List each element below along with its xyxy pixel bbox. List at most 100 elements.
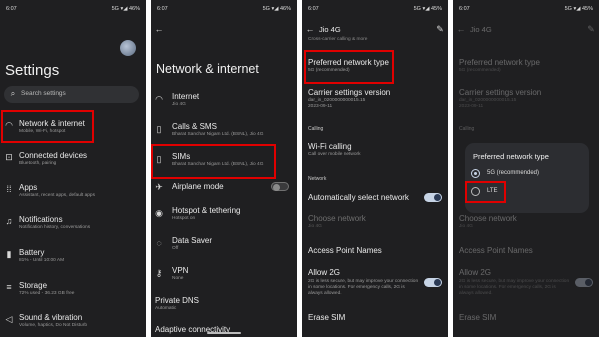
network-item-data-saver[interactable]: ◌ Data Saver Off [151, 234, 297, 258]
item-sub: None [172, 276, 184, 281]
item-label: Hotspot & tethering [172, 206, 241, 215]
network-internet-screen: 6:07 5G ▾◢ 46% ← Network & internet ◠ In… [151, 0, 297, 337]
avatar[interactable] [120, 40, 136, 56]
wifi-icon: ◠ [155, 94, 163, 104]
item-label: Choose network [308, 214, 366, 223]
status-time: 6:07 [308, 6, 319, 12]
item-sub: 5G (recommended) [459, 68, 501, 73]
settings-item-apps[interactable]: ⁞⁞ Apps Assistant, recent apps, default … [0, 180, 146, 206]
search-bar[interactable]: ⌕ Search settings [4, 86, 139, 103]
item-sub: Call over mobile network [308, 152, 361, 157]
item-sub: dar_in_0200000000015.15 2023-09-11 [308, 98, 366, 109]
vpn-icon: ⚷ [155, 268, 163, 278]
item-label: Apps [19, 183, 38, 192]
apps-icon: ⁞⁞ [6, 184, 12, 194]
item-label: Private DNS [155, 296, 200, 305]
highlight-network [1, 110, 94, 143]
item-sub: 81% - Until 10:00 AM [19, 258, 65, 263]
status-bar: 6:07 5G ▾◢ 45% [302, 6, 448, 16]
network-item-internet[interactable]: ◠ Internet Jio 4G [151, 90, 297, 114]
item-sub: Notification history, conversations [19, 225, 91, 230]
settings-item-notifications[interactable]: ♫ Notifications Notification history, co… [0, 212, 146, 238]
section-calling: Calling [308, 126, 324, 132]
item-label: Carrier settings version [308, 88, 391, 97]
battery-icon: ▮ [6, 249, 12, 259]
access-point-names[interactable]: Access Point Names [302, 244, 448, 258]
settings-item-sound[interactable]: ◁ Sound & vibration Volume, haptics, Do … [0, 310, 146, 336]
page-title: Jio 4G [470, 25, 492, 34]
choose-network[interactable]: Choose network Jio 4G [302, 212, 448, 234]
item-label: Internet [172, 92, 200, 101]
item-label: Erase SIM [459, 313, 497, 322]
item-label: VPN [172, 266, 189, 275]
item-label: Choose network [459, 214, 517, 223]
status-time: 6:07 [6, 6, 17, 12]
data-saver-icon: ◌ [156, 238, 162, 248]
airplane-toggle[interactable] [271, 182, 289, 191]
item-sub: Bluetooth, pairing [19, 161, 57, 166]
highlight-sims [151, 144, 276, 179]
option-5g[interactable]: 5G (recommended) [471, 167, 583, 181]
back-arrow-icon[interactable]: ← [154, 24, 164, 34]
cutoff-text: Cross-carrier calling & more [308, 37, 368, 42]
edit-icon[interactable]: ✎ [435, 24, 445, 34]
option-label: 5G (recommended) [487, 170, 540, 176]
back-arrow-icon: ← [456, 24, 466, 34]
section-network: Network [308, 176, 327, 182]
erase-sim[interactable]: Erase SIM [302, 310, 448, 324]
item-sub: Assistant, recent apps, default apps [19, 193, 95, 198]
status-indicators: 5G ▾◢ 46% [111, 6, 140, 12]
item-label: Sound & vibration [19, 313, 83, 322]
item-label: Storage [19, 281, 48, 290]
search-input[interactable]: Search settings [21, 90, 66, 97]
item-label: Wi-Fi calling [308, 142, 352, 151]
item-sub: 72% used - 36.23 GB free [19, 291, 75, 296]
bell-icon: ♫ [5, 216, 13, 226]
highlight-lte [465, 181, 506, 203]
item-label: Automatically select network [308, 193, 409, 202]
radio-selected-icon [471, 169, 480, 178]
settings-item-battery[interactable]: ▮ Battery 81% - Until 10:00 AM [0, 245, 146, 271]
settings-item-connected-devices[interactable]: ⊡ Connected devices Bluetooth, pairing [0, 148, 146, 174]
status-indicators: 5G ▾◢ 46% [262, 6, 291, 12]
item-label: Airplane mode [172, 182, 224, 191]
allow-2g-toggle [575, 278, 593, 287]
hotspot-icon: ◉ [155, 208, 163, 218]
item-label: Allow 2G [308, 268, 341, 277]
allow-2g-toggle[interactable] [424, 278, 442, 287]
network-item-vpn[interactable]: ⚷ VPN None [151, 264, 297, 288]
page-title: Network & internet [156, 62, 259, 76]
item-sub: Off [172, 246, 179, 251]
section-calling: Calling [459, 126, 475, 132]
item-label: Data Saver [172, 236, 213, 245]
item-label: Access Point Names [459, 246, 533, 255]
wifi-calling[interactable]: Wi-Fi calling Call over mobile network [302, 140, 448, 162]
network-item-adaptive[interactable]: Adaptive connectivity [151, 322, 297, 337]
status-time: 6:07 [157, 6, 168, 12]
auto-select-toggle[interactable] [424, 193, 442, 202]
item-sub: 2G is less secure, but may improve your … [308, 279, 419, 296]
item-sub: Bharat Sanchar Nigam Ltd. (BSNL), Jio 4G [172, 132, 264, 137]
item-sub: 2G is less secure, but may improve your … [459, 279, 570, 296]
settings-screen: 6:07 5G ▾◢ 46% Settings ⌕ Search setting… [0, 0, 146, 337]
network-item-hotspot[interactable]: ◉ Hotspot & tethering Hotspot on [151, 204, 297, 228]
storage-icon: ≡ [6, 282, 12, 292]
dialog-title: Preferred network type [473, 152, 549, 161]
network-item-calls-sms[interactable]: ▯ Calls & SMS Bharat Sanchar Nigam Ltd. … [151, 120, 297, 144]
item-sub: Jio 4G [308, 224, 322, 229]
network-item-private-dns[interactable]: Private DNS Automatic [151, 294, 297, 316]
item-label: Notifications [19, 215, 63, 224]
settings-item-storage[interactable]: ≡ Storage 72% used - 36.23 GB free [0, 278, 146, 304]
item-sub: Automatic [155, 306, 177, 311]
network-item-airplane[interactable]: ✈ Airplane mode [151, 180, 297, 194]
status-bar: 6:07 5G ▾◢ 46% [151, 6, 297, 16]
preferred-network-dialog-screen: 6:07 5G ▾◢ 45% ← Jio 4G ✎ Preferred netw… [453, 0, 599, 337]
volume-icon: ◁ [5, 314, 13, 324]
allow-2g[interactable]: Allow 2G 2G is less secure, but may impr… [302, 266, 448, 306]
back-arrow-icon[interactable]: ← [305, 24, 315, 34]
item-label: Battery [19, 248, 45, 257]
item-sub: Volume, haptics, Do Not Disturb [19, 323, 87, 328]
item-label: Allow 2G [459, 268, 492, 277]
item-sub: Jio 4G [459, 224, 473, 229]
auto-select-network[interactable]: Automatically select network [302, 190, 448, 206]
